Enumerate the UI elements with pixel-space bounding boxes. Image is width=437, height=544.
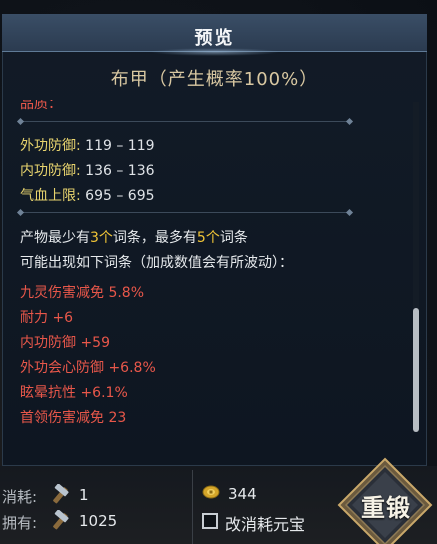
attribute-row: 首领伤害减免 23 <box>20 407 126 427</box>
attribute-value: +6.1% <box>80 385 128 401</box>
attribute-name: 九灵伤害减免 <box>20 285 104 301</box>
divider-top <box>16 117 354 126</box>
divider-dot <box>16 208 25 217</box>
divider-dot <box>345 208 354 217</box>
scrollbar-thumb[interactable] <box>413 308 419 432</box>
coin-icon <box>202 485 220 499</box>
hammer-icon <box>53 510 69 530</box>
divider-dot <box>345 117 354 126</box>
item-name-probability: 布甲（产生概率100%） <box>110 69 319 90</box>
attribute-row: 眩晕抗性 +6.1% <box>20 382 128 402</box>
stat-value: 136 – 136 <box>85 163 155 179</box>
attribute-list[interactable]: 品质： 外功防御: 119 – 119 内功防御: 136 – 136 气血上限… <box>12 100 406 434</box>
attribute-name: 外功会心防御 <box>20 360 104 376</box>
quality-label: 品质： <box>20 100 62 112</box>
attribute-row: 耐力 +6 <box>20 307 73 327</box>
stat-label: 外功防御: <box>20 138 81 154</box>
currency-value: 344 <box>228 485 257 503</box>
entry-count-prefix: 产物最少有 <box>20 230 90 246</box>
entry-max: 5个 <box>196 230 220 246</box>
owned-label: 拥有: <box>2 514 38 532</box>
attribute-row: 内功防御 +59 <box>20 332 110 352</box>
owned-value: 1025 <box>79 512 118 530</box>
forge-button[interactable]: 重锻 <box>347 488 425 523</box>
entry-min: 3个 <box>90 230 113 246</box>
stat-value: 119 – 119 <box>85 138 155 154</box>
attribute-name: 耐力 <box>20 310 48 326</box>
stat-label: 内功防御: <box>20 163 81 179</box>
entry-note-line: 可能出现如下词条（加成数值会有所波动）： <box>20 255 293 271</box>
consume-label: 消耗: <box>2 488 38 506</box>
attribute-name: 眩晕抗性 <box>20 385 76 401</box>
quality-line-partial: 品质： <box>20 100 62 113</box>
divider-dot <box>16 117 25 126</box>
stat-row: 外功防御: 119 – 119 <box>20 135 155 155</box>
attribute-value: +6.8% <box>108 360 156 376</box>
panel-title: 预览 <box>194 28 235 49</box>
entry-count-suffix: 词条 <box>219 230 248 246</box>
use-ingot-checkbox-label[interactable]: 改消耗元宝 <box>225 511 305 535</box>
stat-value: 695 – 695 <box>85 188 155 204</box>
stat-row: 气血上限: 695 – 695 <box>20 185 155 205</box>
attribute-name: 内功防御 <box>20 335 76 351</box>
panel-header: 预览 <box>2 14 427 52</box>
stat-row: 内功防御: 136 – 136 <box>20 160 155 180</box>
attribute-row: 九灵伤害减免 5.8% <box>20 282 144 302</box>
stat-label: 气血上限: <box>20 188 81 204</box>
attribute-value: 5.8% <box>108 285 145 301</box>
divider-middle <box>16 208 354 217</box>
header-glow <box>150 48 280 56</box>
checkbox-icon[interactable] <box>202 513 218 529</box>
attribute-value: +6 <box>52 310 74 326</box>
entry-count-middle: 词条，最多有 <box>112 230 197 246</box>
hammer-icon <box>53 484 69 504</box>
attribute-name: 首领伤害减免 <box>20 410 104 426</box>
consume-value: 1 <box>79 486 89 504</box>
entry-count-line: 产物最少有3个词条，最多有5个词条 <box>20 227 248 247</box>
bottom-separator <box>192 470 193 544</box>
attribute-value: 23 <box>108 410 127 426</box>
attribute-row: 外功会心防御 +6.8% <box>20 357 156 377</box>
attribute-value: +59 <box>80 335 110 351</box>
